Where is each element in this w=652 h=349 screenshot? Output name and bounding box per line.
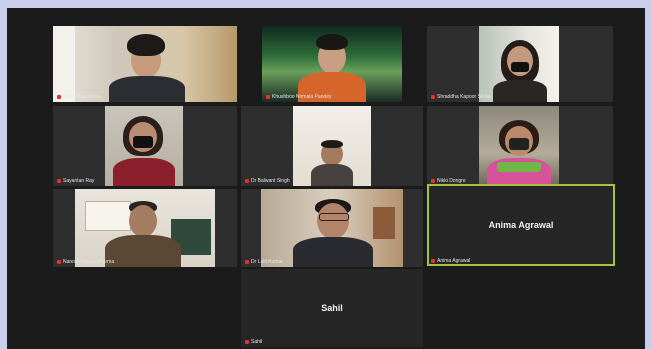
participant-tile[interactable]: Naresh Kumar Sharma bbox=[53, 189, 237, 267]
muted-mic-icon bbox=[245, 179, 249, 183]
participant-name: Dr Balwant Singh bbox=[245, 178, 290, 184]
participant-name: Sahil Khan Arora bbox=[57, 94, 101, 100]
muted-mic-icon bbox=[431, 259, 435, 263]
participant-name: Shraddha Kapoor Sinha bbox=[431, 94, 490, 100]
video-feed bbox=[479, 26, 559, 102]
participant-name: Sahil bbox=[245, 339, 262, 345]
muted-mic-icon bbox=[245, 340, 249, 344]
video-feed bbox=[261, 189, 403, 267]
participant-tile[interactable]: Shraddha Kapoor Sinha bbox=[427, 26, 613, 102]
participant-tile-active-speaker[interactable]: Anima Agrawal Anima Agrawal bbox=[427, 184, 615, 266]
participant-tile[interactable]: Sahil Khan Arora bbox=[53, 26, 237, 102]
video-feed bbox=[293, 106, 371, 186]
participant-display-name: Sahil bbox=[321, 303, 343, 313]
video-feed bbox=[105, 106, 183, 186]
participant-name: Anima Agrawal bbox=[431, 258, 470, 264]
video-feed bbox=[479, 106, 559, 186]
participant-tile[interactable]: Dr Balwant Singh bbox=[241, 106, 423, 186]
muted-mic-icon bbox=[57, 95, 61, 99]
video-feed bbox=[75, 189, 215, 267]
muted-mic-icon bbox=[431, 179, 435, 183]
participant-tile[interactable]: Khushboo Nirmala Pandey bbox=[262, 26, 402, 102]
muted-mic-icon bbox=[57, 179, 61, 183]
participant-name: Dr Lalit Kumar bbox=[245, 259, 283, 265]
participant-tile[interactable]: Sahil Sahil bbox=[241, 269, 423, 347]
participant-tile[interactable]: Dr Lalit Kumar bbox=[241, 189, 423, 267]
muted-mic-icon bbox=[57, 260, 61, 264]
participant-tile[interactable]: Nikki Dongre bbox=[427, 106, 613, 186]
video-feed bbox=[53, 26, 237, 102]
participant-name: Sayantan Ray bbox=[57, 178, 94, 184]
participant-name: Khushboo Nirmala Pandey bbox=[266, 94, 331, 100]
participant-tile[interactable]: Sayantan Ray bbox=[53, 106, 237, 186]
participant-name: Naresh Kumar Sharma bbox=[57, 259, 114, 265]
muted-mic-icon bbox=[245, 260, 249, 264]
video-feed bbox=[262, 26, 402, 102]
muted-mic-icon bbox=[431, 95, 435, 99]
meeting-gallery-view: Sahil Khan Arora Khushboo Nirmala Pandey… bbox=[7, 8, 645, 349]
participant-display-name: Anima Agrawal bbox=[488, 220, 554, 230]
muted-mic-icon bbox=[266, 95, 270, 99]
